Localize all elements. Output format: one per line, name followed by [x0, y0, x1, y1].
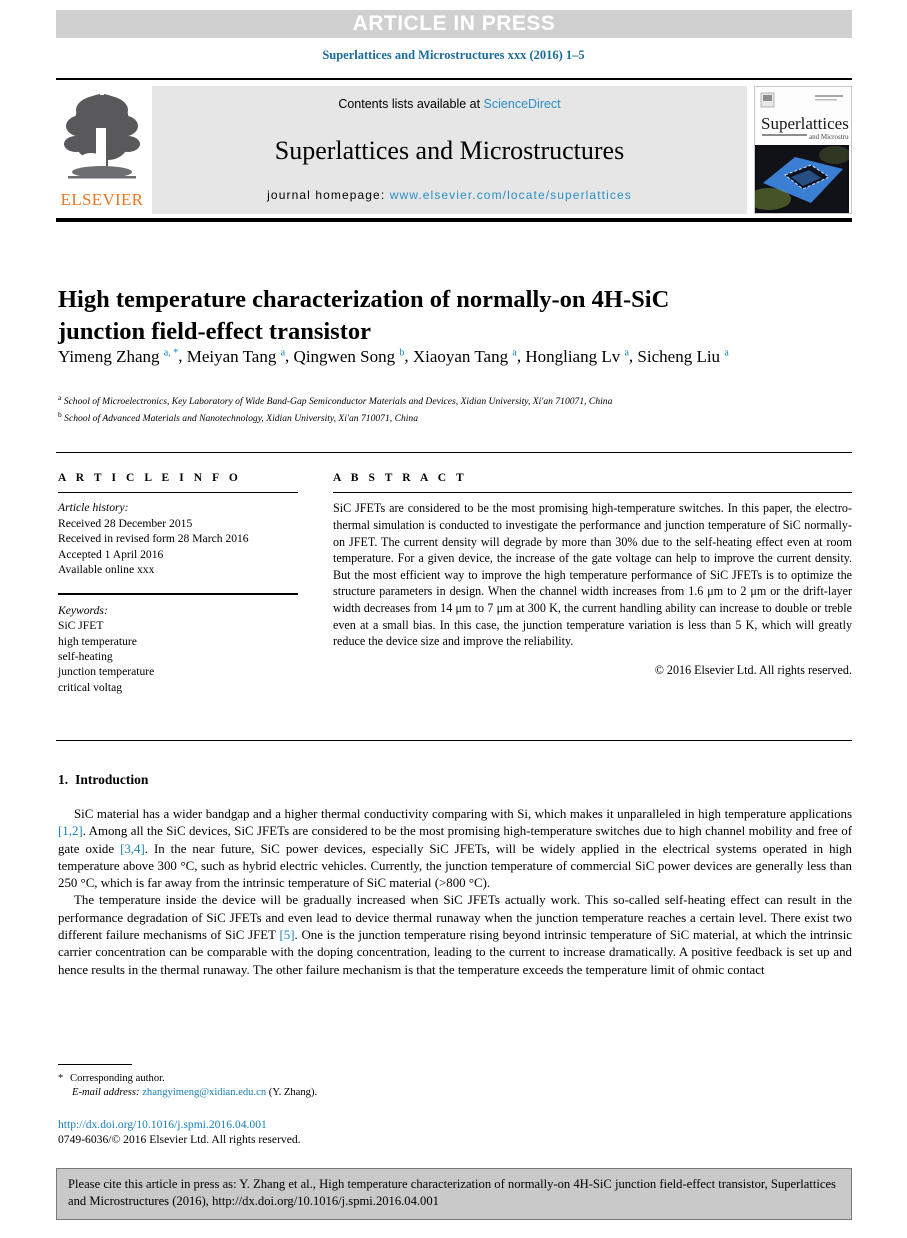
body-paragraph: The temperature inside the device will b…	[58, 893, 852, 977]
keyword-item: SiC JFET	[58, 619, 104, 633]
corresponding-author-text: Corresponding author.	[70, 1073, 165, 1084]
keyword-item: high temperature	[58, 634, 137, 648]
affiliation-item: b School of Advanced Materials and Nanot…	[58, 409, 748, 426]
footnote-rule	[58, 1064, 132, 1066]
section-title: Introduction	[75, 772, 149, 787]
author-item: Hongliang Lv a	[525, 346, 629, 366]
keywords-divider	[58, 593, 298, 595]
section-heading-introduction: 1. Introduction	[58, 772, 148, 788]
journal-masthead: ELSEVIER Contents lists available at Sci…	[56, 78, 852, 220]
citation-reference-link[interactable]: [5]	[279, 928, 294, 942]
affiliation-text: School of Microelectronics, Key Laborato…	[63, 396, 613, 408]
svg-text:Superlattices: Superlattices	[761, 114, 849, 133]
article-in-press-banner: ARTICLE IN PRESS	[56, 10, 852, 38]
info-block-bottom-rule	[56, 740, 852, 741]
corresponding-author-line: * Corresponding author.	[58, 1072, 488, 1086]
masthead-bottom-rule	[56, 218, 852, 222]
affiliation-text: School of Advanced Materials and Nanotec…	[64, 412, 419, 424]
author-item: Sicheng Liu a	[637, 346, 729, 366]
journal-cover-thumbnail: Superlattices and Microstructures	[754, 86, 852, 214]
article-history-label: Article history:	[58, 501, 129, 515]
elsevier-tree-icon	[60, 88, 144, 186]
asterisk-icon: *	[58, 1073, 64, 1084]
author-list: Yimeng Zhang a, *, Meiyan Tang a, Qingwe…	[58, 346, 729, 366]
article-history-block: Article history: Received 28 December 20…	[58, 500, 298, 577]
citation-reference-link[interactable]: [3,4]	[120, 842, 145, 856]
article-in-press-label: ARTICLE IN PRESS	[352, 12, 556, 35]
abstract-heading: A B S T R A C T	[333, 472, 468, 484]
keyword-item: self-heating	[58, 650, 113, 664]
journal-reference-line: Superlattices and Microstructures xxx (2…	[322, 48, 585, 62]
issn-copyright-line: 0749-6036/© 2016 Elsevier Ltd. All right…	[58, 1133, 301, 1146]
info-block-top-rule	[56, 452, 852, 453]
affiliation-mark: b	[58, 409, 62, 419]
masthead-center-panel: Contents lists available at ScienceDirec…	[152, 86, 747, 214]
citation-reference-link[interactable]: [1,2]	[58, 824, 83, 838]
article-page: ARTICLE IN PRESS Superlattices and Micro…	[0, 0, 907, 1238]
abstract-copyright: © 2016 Elsevier Ltd. All rights reserved…	[654, 662, 852, 677]
page-title: High temperature characterization of nor…	[58, 286, 670, 346]
body-paragraph: SiC material has a wider bandgap and a h…	[58, 807, 852, 891]
email-line: E-mail address: zhangyimeng@xidian.edu.c…	[58, 1086, 488, 1100]
author-affiliation-mark: a	[724, 347, 729, 358]
article-info-divider	[58, 492, 298, 494]
affiliation-item: a School of Microelectronics, Key Labora…	[58, 392, 748, 409]
keyword-item: junction temperature	[58, 665, 155, 679]
article-history-item: Received 28 December 2015	[58, 516, 193, 530]
contents-lists-prefix: Contents lists available at	[338, 97, 484, 111]
journal-homepage-prefix: journal homepage:	[267, 188, 390, 202]
author-affiliation-mark: a	[624, 347, 629, 358]
footnote-block: * Corresponding author. E-mail address: z…	[58, 1072, 488, 1100]
abstract-divider	[333, 492, 852, 494]
email-label: E-mail address:	[72, 1087, 140, 1098]
author-affiliation-mark: a, *	[163, 347, 179, 358]
author-item: Meiyan Tang a	[186, 346, 286, 366]
keywords-label: Keywords:	[58, 603, 108, 617]
author-affiliation-mark: b	[399, 347, 405, 358]
article-history-item: Accepted 1 April 2016	[58, 547, 164, 561]
section-number: 1.	[58, 772, 69, 787]
journal-homepage-line: journal homepage: www.elsevier.com/locat…	[152, 188, 747, 202]
author-item: Qingwen Song b	[293, 346, 405, 366]
keywords-block: Keywords: SiC JFET high temperature self…	[58, 603, 298, 695]
affiliation-mark: a	[58, 393, 62, 402]
article-info-column: A R T I C L E I N F O Article history: R…	[58, 472, 298, 695]
journal-title: Superlattices and Microstructures	[274, 135, 625, 165]
author-affiliation-mark: a	[280, 347, 286, 358]
svg-text:and Microstructures: and Microstructures	[809, 133, 849, 141]
doi-link[interactable]: http://dx.doi.org/10.1016/j.spmi.2016.04…	[58, 1118, 267, 1131]
sciencedirect-link[interactable]: ScienceDirect	[484, 97, 561, 111]
article-history-item: Available online xxx	[58, 563, 155, 577]
abstract-text: SiC JFETs are considered to be the most …	[333, 501, 852, 649]
email-suffix: (Y. Zhang).	[268, 1087, 318, 1098]
abstract-column: A B S T R A C T SiC JFETs are considered…	[333, 472, 852, 678]
elsevier-logo: ELSEVIER	[56, 86, 148, 214]
author-affiliation-mark: a	[512, 347, 517, 358]
elsevier-wordmark: ELSEVIER	[60, 190, 144, 209]
affiliation-list: a School of Microelectronics, Key Labora…	[58, 392, 748, 425]
article-history-item: Received in revised form 28 March 2016	[58, 532, 249, 546]
author-item: Yimeng Zhang a, *	[58, 346, 179, 366]
email-link[interactable]: zhangyimeng@xidian.edu.cn	[142, 1087, 266, 1098]
journal-homepage-link[interactable]: www.elsevier.com/locate/superlattices	[390, 188, 632, 202]
body-content: SiC material has a wider bandgap and a h…	[58, 806, 852, 979]
keyword-item: critical voltag	[58, 680, 123, 694]
author-item: Xiaoyan Tang a	[412, 346, 517, 366]
citation-text: Please cite this article in press as: Y.…	[68, 1177, 836, 1208]
contents-lists-line: Contents lists available at ScienceDirec…	[152, 97, 747, 111]
citation-box: Please cite this article in press as: Y.…	[56, 1168, 852, 1220]
article-info-heading: A R T I C L E I N F O	[58, 472, 242, 484]
